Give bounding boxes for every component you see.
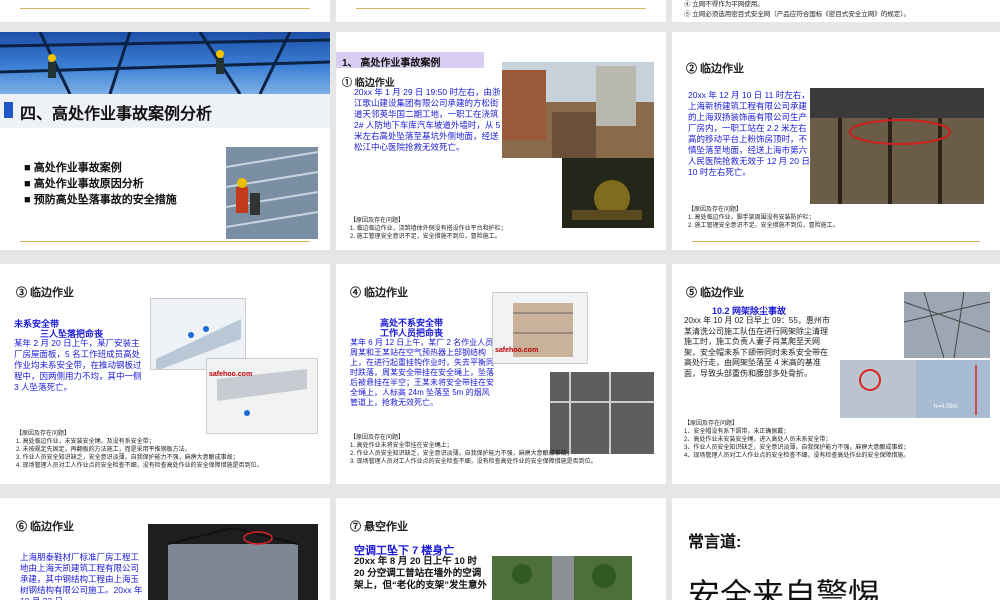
slide-grid: ④ 立网不得作为平网使用。 ⑤ 立网必须选用密目式安全网（产品应符合国标《密目式… bbox=[0, 0, 1000, 600]
bullet-item: ■ 高处作业事故原因分析 bbox=[24, 178, 144, 190]
reason-item: 2. 未按规定先固定，再翻板的方法施工，而是采用平推钢板方法。 bbox=[16, 447, 191, 453]
reason-item: 1. 高处临边作业，脚手架周围没有安装防护栏； bbox=[688, 215, 815, 221]
reason-list: 1、安全帽没有系下颌带，未正确佩戴； 2、高处作业未安装安全绳，进入高处人员未系… bbox=[684, 428, 994, 460]
section-bullets: ■ 高处作业事故案例 ■ 高处作业事故原因分析 ■ 预防高处坠落事故的安全措施 bbox=[24, 160, 177, 208]
roof-truss-photo bbox=[904, 292, 990, 358]
reason-item: 1、安全帽没有系下颌带，未正确佩戴； bbox=[684, 429, 790, 435]
workshop-photo bbox=[148, 524, 318, 600]
top-note-right: ⑤ 立网必须选用密目式安全网（产品应符合国标《密目式安全立网》的规定）。 bbox=[684, 11, 911, 18]
site-photo-2 bbox=[562, 158, 654, 228]
case-body: 某年 6 月 12 日上午，某厂 2 名作业人员周某和王某站在空气预热器上部钢结… bbox=[350, 338, 494, 407]
bullet-item: ■ 预防高处坠落事故的安全措施 bbox=[24, 194, 177, 206]
reason-item: 2. 施工管理安全意识不足，安全措施不到位，冒险施工。 bbox=[350, 234, 501, 240]
case-body: 某年 2 月 20 日上午，某厂安装主厂房屋面板，5 名工作班成员高处作业均未系… bbox=[14, 338, 142, 392]
slide-quote[interactable]: 常言道: 安全来自警惕 bbox=[672, 498, 1000, 600]
reason-item: 4. 现场管理人员对工人作业点的安全检查不细，没有检查高处作业的安全保障措施是否… bbox=[16, 463, 263, 469]
quote-heading: 常言道: bbox=[688, 534, 742, 551]
reason-heading: 【原因及存在问题】 bbox=[16, 431, 71, 437]
reason-item: 3. 现场管理人员对工人作业点的安全检查不细，没有检查高处作业的安全保障措施是否… bbox=[350, 459, 597, 465]
reason-list: 1. 高处临边作业，脚手架周围没有安装防护栏； 2. 施工管理安全意识不足，安全… bbox=[688, 214, 988, 230]
section-title: 四、高处作业事故案例分析 bbox=[20, 106, 213, 123]
reason-item: 3、作业人员安全知识缺乏，安全意识淡薄，自我保护能力不强，麻痹大意酿成事故； bbox=[684, 445, 910, 451]
header-photo bbox=[0, 32, 330, 94]
bullet-item: ■ 高处作业事故案例 bbox=[24, 162, 122, 174]
case-body: 20xx 年 8 月 20 日上午 10 时 20 分空调工普站在墙外的空调架上… bbox=[354, 556, 488, 591]
reason-item: 1. 高处作业未将安全带挂在安全绳上； bbox=[350, 443, 453, 449]
reason-heading: 【原因及存在问题】 bbox=[350, 435, 405, 441]
case-body: 20xx 年 12 月 10 日 11 时左右，上海新桥建筑工程有限公司承建的上… bbox=[688, 90, 810, 177]
case-banner: 1、 高处作业事故案例 bbox=[336, 52, 484, 69]
case-heading: ③ 临边作业 bbox=[16, 287, 75, 299]
slide-top-middle[interactable] bbox=[336, 0, 666, 22]
case-body: 20xx 年 10 月 02 日早上 09：55，惠州市某清洗公司施工队伍在进行… bbox=[684, 316, 830, 378]
reason-heading: 【原因及存在问题】 bbox=[684, 421, 739, 427]
reason-item: 2. 施工管理安全意识不足，安全措施不到位，冒险施工。 bbox=[688, 223, 839, 229]
slide-case-3[interactable]: ③ 临边作业 未系安全带 三人坠落把命丧 某年 2 月 20 日上午，某厂安装主… bbox=[0, 264, 330, 484]
case-heading: ⑤ 临边作业 bbox=[686, 287, 745, 299]
reason-item: 2. 作业人员安全知识缺乏，安全意识淡薄，自我保护能力不强，麻痹大意酿成事故； bbox=[350, 451, 573, 457]
reason-item: 1. 高处临边作业，未安装安全绳，及没有系安全带； bbox=[16, 439, 155, 445]
slide-case-6[interactable]: ⑥ 临边作业 上海朋泰鞋材厂标准厂房工程工地由上海天凯建筑工程有限公司承建，其中… bbox=[0, 498, 330, 600]
slide-section-title[interactable]: 四、高处作业事故案例分析 ■ 高处作业事故案例 ■ 高处作业事故原因分析 ■ 预… bbox=[0, 32, 330, 250]
site-logo: safehoo.com bbox=[209, 371, 253, 378]
workshop-interior-image bbox=[148, 524, 318, 600]
height-label: h=4.05m bbox=[934, 404, 958, 410]
case-body: 上海朋泰鞋材厂标准厂房工程工地由上海天凯建筑工程有限公司承建，其中钢结构工程由上… bbox=[20, 552, 143, 600]
reason-list: 1. 高处临边作业，未安装安全绳，及没有系安全带； 2. 未按规定先固定，再翻板… bbox=[16, 438, 326, 470]
scene-photo bbox=[840, 360, 916, 418]
factory-interior-image bbox=[810, 88, 984, 204]
worker-roof-photo bbox=[226, 147, 318, 239]
case-heading: ② 临边作业 bbox=[686, 63, 745, 75]
night-site-image bbox=[562, 158, 654, 228]
slide-case-7[interactable]: ⑦ 悬空作业 空调工坠下 7 楼身亡 20xx 年 8 月 20 日上午 10 … bbox=[336, 498, 666, 600]
diagram-image-2: safehoo.com bbox=[206, 358, 318, 434]
steel-structure-photo bbox=[0, 32, 330, 94]
top-note-left: ④ 立网不得作为平网使用。 bbox=[684, 1, 764, 8]
case-heading: ④ 临边作业 bbox=[350, 287, 409, 299]
reason-item: 2、高处作业未安装安全绳，进入高处人员未系安全带； bbox=[684, 437, 832, 443]
slide-case-2[interactable]: ② 临边作业 20xx 年 12 月 10 日 11 时左右，上海新桥建筑工程有… bbox=[672, 32, 1000, 250]
diagram-image-1: safehoo.com bbox=[492, 292, 588, 364]
reason-item: 3. 作业人员安全知识缺乏，安全意识淡薄，自我保护能力不强，麻痹大意酿成事故； bbox=[16, 455, 239, 461]
slide-top-right[interactable]: ④ 立网不得作为平网使用。 ⑤ 立网必须选用密目式安全网（产品应符合国标《密目式… bbox=[672, 0, 1000, 22]
building-site-image bbox=[502, 62, 654, 158]
slide-case-4[interactable]: ④ 临边作业 高处不系安全带 工作人员把命丧 某年 6 月 12 日上午，某厂 … bbox=[336, 264, 666, 484]
reason-item: 4、现场管理人员对工人作业点的安全检查不细，没有检查高处作业的安全保障措施。 bbox=[684, 453, 910, 459]
slide-case-1[interactable]: 1、 高处作业事故案例 ① 临边作业 20xx 年 1 月 29 日 19:50… bbox=[336, 32, 666, 250]
reason-list: 1. 高处作业未将安全带挂在安全绳上； 2. 作业人员安全知识缺乏，安全意识淡薄… bbox=[350, 442, 660, 466]
reason-heading: 【原因及存在问题】 bbox=[688, 207, 743, 213]
reason-heading: 【原因及存在问题】 bbox=[350, 218, 405, 224]
title-band: 四、高处作业事故案例分析 bbox=[0, 94, 330, 128]
case-body: 20xx 年 1 月 29 日 19:50 时左右，由浙江歌山建设集团有限公司承… bbox=[354, 87, 501, 152]
scene-photo-2: h=4.05m bbox=[916, 360, 990, 418]
aerial-photo bbox=[492, 556, 632, 600]
site-photo-1 bbox=[502, 62, 654, 158]
roof-worker-image bbox=[226, 147, 318, 239]
factory-photo bbox=[810, 88, 984, 204]
slide-top-left[interactable] bbox=[0, 0, 330, 22]
slide-case-5[interactable]: ⑤ 临边作业 10.2 网架除尘事故 20xx 年 10 月 02 日早上 09… bbox=[672, 264, 1000, 484]
space-frame-image bbox=[904, 292, 990, 358]
case-heading: ⑦ 悬空作业 bbox=[350, 521, 409, 533]
street-view-image bbox=[492, 556, 632, 600]
site-logo: safehoo.com bbox=[495, 347, 539, 354]
quote-text: 安全来自警惕 bbox=[688, 577, 881, 600]
title-marker bbox=[4, 102, 13, 118]
indoor-scene-image bbox=[840, 360, 916, 418]
case-heading: ⑥ 临边作业 bbox=[16, 521, 75, 533]
